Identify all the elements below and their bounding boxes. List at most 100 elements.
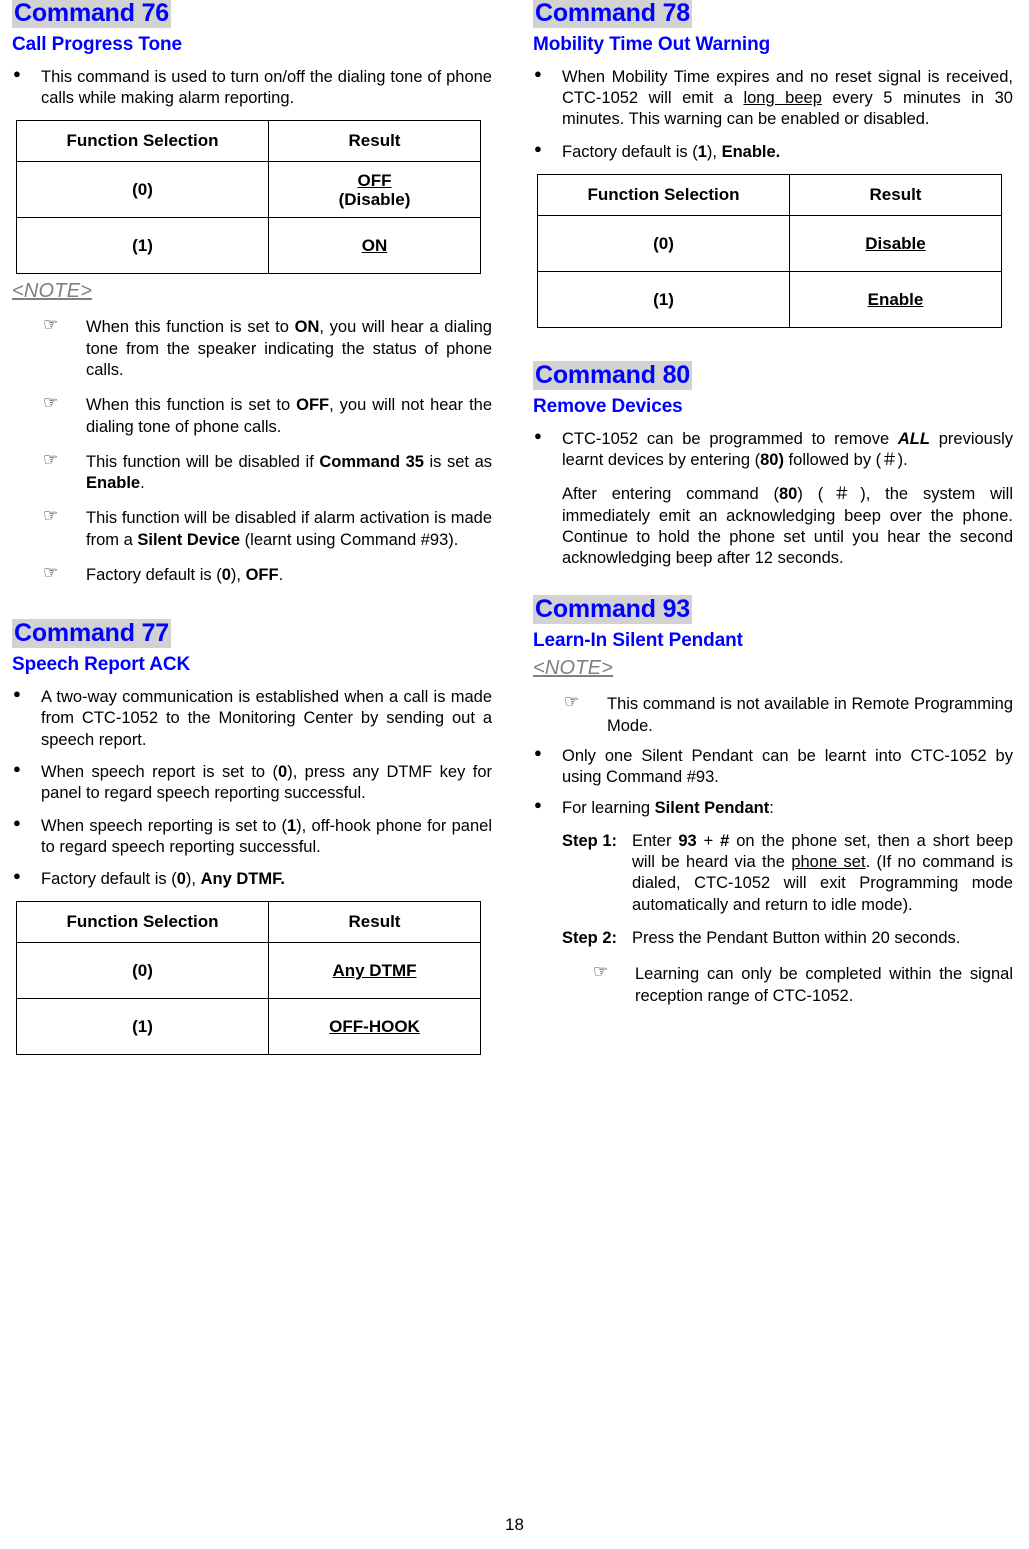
step-1-label: Step 1: [562, 831, 618, 850]
bullet-text-underlined: long beep [743, 89, 822, 108]
left-column: Command 76 Call Progress Tone This comma… [12, 0, 492, 1056]
note-label: <NOTE> [533, 657, 614, 680]
command-77-table: Function Selection Result (0) Any DTMF (… [16, 901, 481, 1056]
command-80-paragraph: After entering command (80) (＃), the sys… [562, 484, 1013, 569]
bullet-item: When Mobility Time expires and no reset … [533, 66, 1013, 131]
section-command-80: Command 80 Remove Devices CTC-1052 can b… [533, 361, 1013, 570]
note-text-post: . [278, 565, 284, 584]
step-2: Step 2: Press the Pendant Button within 2… [533, 928, 1013, 949]
bullet-text-pre: CTC-1052 can be programmed to remove [562, 429, 898, 448]
note-text-bold: Command 35 [319, 452, 424, 471]
table-header-result: Result [268, 901, 481, 944]
bullet-item: Factory default is (1), Enable. [533, 141, 1013, 163]
note-item: This function will be disabled if alarm … [12, 505, 492, 551]
bullet-text-pre: When speech report is set to ( [41, 763, 279, 781]
bullet-text-bold-italic: ALL [897, 429, 930, 448]
command-93-heading-text: Command 93 [533, 594, 692, 624]
step-1-text-underlined: phone set [791, 853, 866, 872]
table-header-result: Result [789, 174, 1002, 217]
note-item: Learning can only be completed within th… [533, 961, 1013, 1007]
bullet-item: CTC-1052 can be programmed to remove ALL… [533, 428, 1013, 472]
bullet-text-pre: Factory default is ( [562, 142, 698, 161]
page-number: 18 [505, 1515, 524, 1534]
bullet-text-bold: 1 [697, 142, 707, 161]
note-text-post: . [140, 474, 145, 493]
table-row: (1) OFF-HOOK [16, 998, 481, 1056]
command-76-table: Function Selection Result (0) OFF (Disabl… [16, 120, 481, 275]
paragraph-text-bold: 80 [778, 485, 798, 504]
command-77-bullet-list: A two-way communication is established w… [12, 686, 492, 890]
bullet-item: When speech report is set to (0), press … [12, 761, 492, 805]
document-page: Command 76 Call Progress Tone This comma… [0, 0, 1029, 1549]
command-77-heading: Command 77 [12, 619, 492, 649]
bullet-text-bold: 0 [176, 870, 186, 889]
step-1-text-bold: 93 [678, 831, 697, 850]
note-item: Factory default is (0), OFF. [12, 562, 492, 586]
note-text-pre: Factory default is ( [86, 565, 222, 584]
bullet-text-pre: When speech reporting is set to ( [41, 816, 287, 835]
table-cell-result: Any DTMF [268, 942, 481, 1000]
command-93-heading: Command 93 [533, 594, 1013, 624]
step-2-label: Step 2: [562, 929, 618, 948]
note-text-mid: ), [230, 565, 246, 584]
step-1: Step 1: Enter 93 + # on the phone set, th… [533, 831, 1013, 916]
table-cell-result-underlined: OFF [357, 170, 392, 190]
table-cell-result-underlined: ON [361, 235, 388, 255]
note-text-bold: Silent Device [137, 530, 241, 549]
note-text-pre: When this function is set to [86, 318, 295, 337]
step-2-text: Press the Pendant Button within 20 secon… [632, 929, 961, 948]
table-header-row: Function Selection Result [16, 901, 481, 944]
table-cell-result: Disable [789, 215, 1002, 273]
table-cell-selection: (1) [16, 217, 269, 275]
note-text-pre: This function will be disabled if [86, 452, 320, 471]
command-80-heading-text: Command 80 [533, 361, 692, 391]
command-80-bullet-list: CTC-1052 can be programmed to remove ALL… [533, 428, 1013, 472]
right-column: Command 78 Mobility Time Out Warning Whe… [533, 0, 1013, 1007]
note-item: When this function is set to ON, you wil… [12, 314, 492, 381]
bullet-text-mid: ), [706, 142, 722, 161]
command-80-heading: Command 80 [533, 361, 1013, 391]
table-cell-result: Enable [789, 271, 1002, 329]
note-text-pre: When this function is set to [86, 396, 297, 415]
paragraph-text-pre: After entering command ( [562, 485, 779, 504]
table-cell-result-underlined: Enable [867, 289, 924, 309]
bullet-text: A two-way communication is established w… [41, 688, 492, 749]
step-1-text-pre: Enter [632, 831, 679, 850]
section-command-78: Command 78 Mobility Time Out Warning Whe… [533, 0, 1013, 329]
bullet-text-pre: Factory default is ( [41, 870, 177, 889]
command-78-bullet-list: When Mobility Time expires and no reset … [533, 66, 1013, 163]
section-command-93: Command 93 Learn-In Silent Pendant <NOTE… [533, 594, 1013, 1007]
table-cell-result-underlined: Disable [865, 233, 926, 253]
command-80-subheading: Remove Devices [533, 396, 683, 418]
table-cell-selection: (1) [537, 271, 790, 329]
note-text-bold: ON [294, 318, 320, 337]
table-header-function-selection: Function Selection [537, 174, 790, 217]
bullet-text-post: : [769, 798, 774, 817]
table-row: (1) Enable [537, 271, 1002, 329]
command-76-note-list: When this function is set to ON, you wil… [12, 314, 492, 586]
note-text-bold2: OFF [245, 565, 279, 584]
note-text-post: (learnt using Command #93). [240, 530, 459, 549]
section-command-77: Command 77 Speech Report ACK A two-way c… [12, 619, 492, 1056]
table-cell-result-secondline: (Disable) [338, 189, 411, 209]
table-cell-selection: (0) [16, 942, 269, 1000]
bullet-item: When speech reporting is set to (1), off… [12, 815, 492, 859]
note-item: When this function is set to OFF, you wi… [12, 392, 492, 438]
note-text-bold: OFF [296, 396, 330, 415]
table-header-result: Result [268, 120, 481, 163]
command-93-bullet-list: Only one Silent Pendant can be learnt in… [533, 745, 1013, 819]
bullet-item: Only one Silent Pendant can be learnt in… [533, 745, 1013, 789]
bullet-text-bold2: Enable. [721, 142, 781, 161]
bullet-item: This command is used to turn on/off the … [12, 66, 492, 110]
table-cell-result-underlined: Any DTMF [332, 960, 417, 980]
table-cell-result: OFF (Disable) [268, 161, 481, 219]
note-item: This command is not available in Remote … [533, 692, 1013, 737]
table-header-function-selection: Function Selection [16, 901, 269, 944]
note-text-bold2: Enable [86, 474, 141, 493]
table-header-row: Function Selection Result [16, 120, 481, 163]
command-78-heading: Command 78 [533, 0, 1013, 28]
bullet-text-bold: 0 [278, 763, 288, 781]
bullet-text-mid: ), [185, 870, 201, 889]
